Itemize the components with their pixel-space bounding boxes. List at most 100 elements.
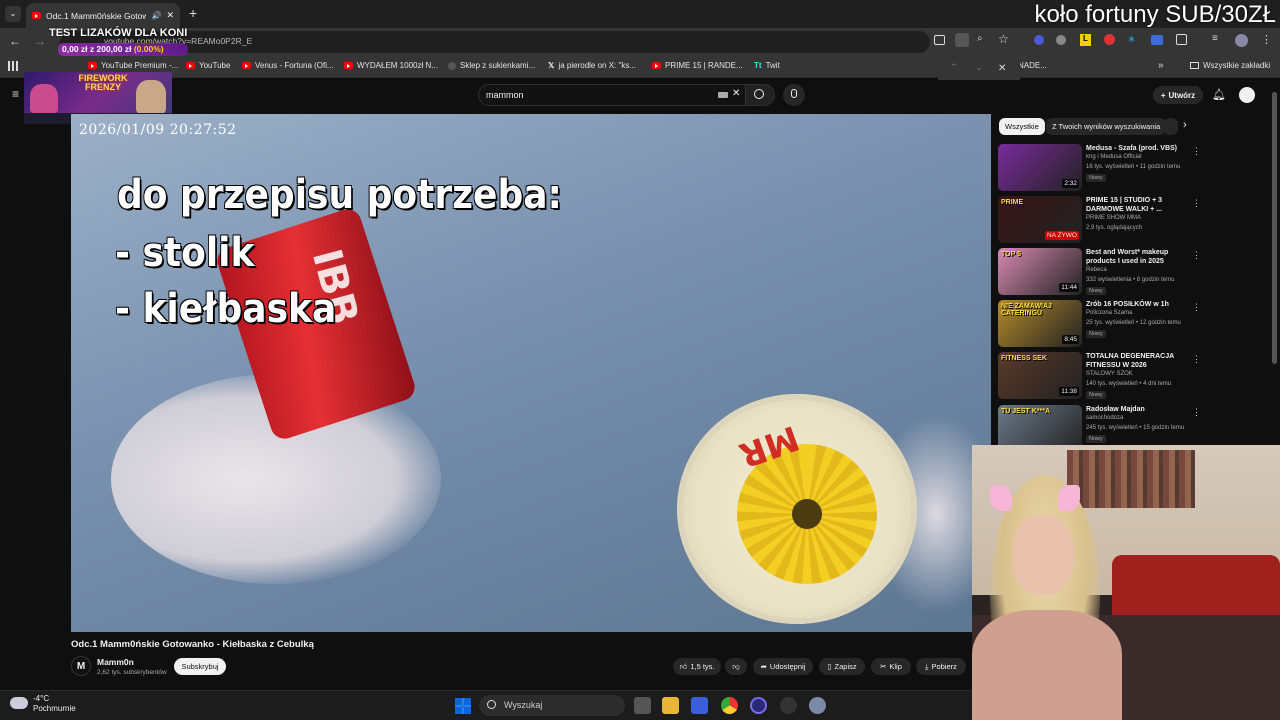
task-view-icon[interactable] <box>634 697 651 714</box>
search-button[interactable] <box>745 84 775 106</box>
find-prev-icon[interactable]: ⌃ <box>950 62 958 73</box>
video-thumbnail[interactable]: TOP 5 11:44 <box>998 248 1082 295</box>
stream-overlay-title: koło fortuny SUB/30ZŁ <box>1034 1 1276 28</box>
keyboard-icon[interactable] <box>718 92 728 98</box>
channel-name[interactable]: Mamm0n <box>97 657 134 667</box>
recommendation-channel[interactable]: kng i Medusa Official <box>1086 154 1142 160</box>
more-options-icon[interactable]: ⋮ <box>1192 354 1201 365</box>
bookmarks-overflow-icon[interactable]: » <box>1158 60 1164 71</box>
voice-search-button[interactable] <box>783 84 805 106</box>
recommendation-title[interactable]: Zrób 16 POSIŁKÓW w 1h <box>1086 300 1196 309</box>
recommendation-title[interactable]: Radosław Majdan <box>1086 405 1196 414</box>
recommendation-title[interactable]: Medusa - Szafa (prod. VBS) <box>1086 144 1196 153</box>
recommendation-item[interactable]: 2:32 Medusa - Szafa (prod. VBS) kng i Medu… <box>998 144 1268 192</box>
x-logo-icon: 𝕏 <box>548 61 555 70</box>
windows-start-icon[interactable] <box>455 698 471 714</box>
all-bookmarks-button[interactable]: Wszystkie zakładki <box>1190 61 1270 70</box>
recommendation-title[interactable]: Best and Worst* makeup products I used i… <box>1086 248 1196 266</box>
video-thumbnail[interactable]: 2:32 <box>998 144 1082 191</box>
more-options-icon[interactable]: ⋮ <box>1192 407 1201 418</box>
bookmark-item[interactable]: Tt Twit <box>754 61 780 70</box>
chip-next[interactable] <box>1164 118 1178 135</box>
share-button[interactable]: ➦ Udostępnij <box>753 658 813 675</box>
new-tab-button[interactable]: + <box>189 5 197 21</box>
extension-icon-4[interactable] <box>1104 34 1115 45</box>
channel-avatar[interactable]: M <box>71 656 91 676</box>
download-button[interactable]: ⤓ Pobierz <box>916 658 966 675</box>
subscribe-button[interactable]: Subskrybuj <box>174 658 226 675</box>
chips-scroll-right-icon[interactable]: › <box>1183 119 1187 131</box>
clear-search-icon[interactable]: ✕ <box>732 88 740 99</box>
extension-icon-5[interactable]: ✶ <box>1127 33 1136 46</box>
youtube-favicon-icon <box>344 62 353 69</box>
more-options-icon[interactable]: ⋮ <box>1192 302 1201 313</box>
extensions-puzzle-icon[interactable] <box>1176 34 1187 45</box>
more-options-icon[interactable]: ⋮ <box>1192 250 1201 261</box>
dislike-button[interactable]: 👎︎ <box>725 658 747 675</box>
tab-groups-icon[interactable]: ≡ <box>1212 33 1218 44</box>
more-options-icon[interactable]: ⋮ <box>1192 146 1201 157</box>
recommendation-item[interactable]: NIE ZAMAWIAJ CATERINGU 8:45 Zrób 16 POSIŁK… <box>998 300 1268 348</box>
recommendation-title[interactable]: TOTALNA DEGENERACJA FITNESSU W 2026 <box>1086 352 1196 370</box>
video-thumbnail[interactable]: PRIME NA ŻYWO <box>998 196 1082 243</box>
profile-avatar[interactable] <box>1235 34 1248 47</box>
extension-icon-6[interactable] <box>1151 35 1163 45</box>
like-button[interactable]: 👍︎ 1,5 tys. <box>673 658 721 675</box>
shop-icon <box>448 61 456 70</box>
translate-icon[interactable] <box>955 33 969 47</box>
recommendation-channel[interactable]: STALOWY SZOK <box>1086 371 1133 377</box>
extension-icon-1[interactable] <box>1034 35 1044 45</box>
settings-icon[interactable] <box>809 697 826 714</box>
recommendation-item[interactable]: FITNESS SEK 11:38 TOTALNA DEGENERACJA FITN… <box>998 352 1268 400</box>
save-button[interactable]: ▯ Zapisz <box>819 658 865 675</box>
promo-title: FIREWORK FRENZY <box>78 73 128 92</box>
notifications-bell-icon[interactable]: 🔔︎ <box>1212 88 1226 101</box>
video-thumbnail[interactable]: NIE ZAMAWIAJ CATERINGU 8:45 <box>998 300 1082 347</box>
tab-search-button[interactable]: ⌄ <box>5 6 21 22</box>
app-icon-1[interactable] <box>750 697 767 714</box>
bookmark-item[interactable]: WYDAŁEM 1000zł N... <box>344 61 438 70</box>
zoom-icon[interactable]: ⌕ <box>977 33 983 44</box>
clip-button[interactable]: ✂ Klip <box>871 658 911 675</box>
bookmark-item[interactable]: Venus - Fortuna (Ofi... <box>242 61 334 70</box>
apps-grid-icon[interactable] <box>8 61 18 71</box>
recommendation-meta: 2,9 tys. oglądających <box>1086 225 1143 231</box>
extension-icon-3[interactable]: L <box>1080 34 1091 46</box>
browser-menu-icon[interactable]: ⋮ <box>1261 33 1272 46</box>
file-explorer-icon[interactable] <box>662 697 679 714</box>
recommendation-item[interactable]: TOP 5 11:44 Best and Worst* makeup product… <box>998 248 1268 296</box>
more-options-icon[interactable]: ⋮ <box>1192 198 1201 209</box>
bookmark-item[interactable]: PRIME 15 | RANDE... <box>652 61 743 70</box>
recommendation-channel[interactable]: PRIME SHOW MMA <box>1086 215 1141 221</box>
bookmark-star-icon[interactable]: ☆ <box>998 32 1009 46</box>
recommendation-item[interactable]: PRIME NA ŻYWO PRIME 15 | STUDIO + 3 DARMOW… <box>998 196 1268 244</box>
yt-menu-icon[interactable]: ≡ <box>12 87 19 101</box>
bookmark-item[interactable]: Sklep z sukienkami... <box>448 61 535 70</box>
video-player[interactable]: IBB MR 2026/01/09 20:27:52 do przepisu p… <box>71 114 991 632</box>
extension-icon-2[interactable] <box>1056 35 1066 45</box>
recommendation-channel[interactable]: Policzona Szama <box>1086 310 1132 316</box>
chrome-icon[interactable] <box>721 697 738 714</box>
bookmark-item[interactable]: 𝕏ja pierodle on X: "ks... <box>548 61 636 70</box>
weather-widget[interactable]: -4°C Pochmurnie <box>33 694 76 714</box>
recommendation-channel[interactable]: samochodoza <box>1086 415 1123 421</box>
create-button[interactable]: + Utwórz <box>1153 86 1203 104</box>
promo-character-left <box>30 84 58 114</box>
install-icon[interactable] <box>934 35 945 45</box>
video-thumbnail[interactable]: FITNESS SEK 11:38 <box>998 352 1082 399</box>
search-input[interactable]: mammon ✕ <box>478 84 746 106</box>
find-next-icon[interactable]: ⌄ <box>975 62 983 73</box>
app-icon-2[interactable] <box>780 697 797 714</box>
back-icon[interactable]: ← <box>9 34 21 48</box>
chip-from-search[interactable]: Z Twoich wyników wyszukiwania <box>1046 118 1167 135</box>
chip-all[interactable]: Wszystkie <box>999 118 1045 135</box>
sidebar-scrollbar[interactable] <box>1272 92 1277 364</box>
recommendation-channel[interactable]: Rebeca <box>1086 267 1107 273</box>
store-icon[interactable] <box>691 697 708 714</box>
taskbar-search-input[interactable]: Wyszukaj <box>479 695 625 716</box>
find-close-icon[interactable]: ✕ <box>998 63 1006 74</box>
bookmark-item[interactable]: NADE... <box>1018 61 1047 70</box>
tab-close-icon[interactable]: ✕ <box>166 10 174 21</box>
account-avatar[interactable] <box>1239 87 1255 103</box>
recommendation-title[interactable]: PRIME 15 | STUDIO + 3 DARMOWE WALKI + ..… <box>1086 196 1196 214</box>
